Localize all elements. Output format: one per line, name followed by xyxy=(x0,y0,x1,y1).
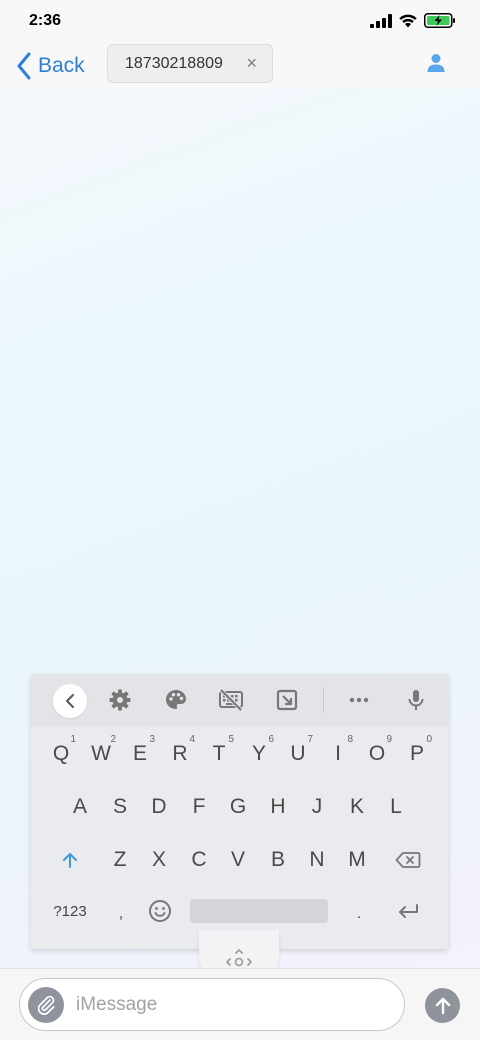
keyboard-mode-button[interactable] xyxy=(215,684,247,716)
spacebar[interactable] xyxy=(190,899,328,923)
wifi-icon xyxy=(399,14,417,28)
keyboard-off-icon xyxy=(219,688,243,712)
key-b[interactable]: B xyxy=(260,838,296,882)
backspace-key[interactable] xyxy=(388,838,428,882)
recipient-number: 18730218809 xyxy=(125,54,223,72)
key-w[interactable]: W2 xyxy=(83,732,119,776)
key-n[interactable]: N xyxy=(299,838,335,882)
key-o[interactable]: O9 xyxy=(359,732,395,776)
key-d[interactable]: D xyxy=(141,785,177,829)
microphone-icon xyxy=(408,690,424,710)
key-t[interactable]: T5 xyxy=(201,732,237,776)
back-label: Back xyxy=(38,54,85,77)
status-bar: 2:36 xyxy=(0,0,480,44)
key-r[interactable]: R4 xyxy=(162,732,198,776)
battery-charging-icon xyxy=(424,13,455,28)
backspace-icon xyxy=(395,852,421,868)
composer-bar xyxy=(0,968,480,1040)
remove-recipient-icon[interactable]: × xyxy=(246,53,257,74)
key-u[interactable]: U7 xyxy=(280,732,316,776)
key-p[interactable]: P0 xyxy=(399,732,435,776)
key-e[interactable]: E3 xyxy=(122,732,158,776)
resize-button[interactable] xyxy=(271,684,303,716)
settings-button[interactable] xyxy=(104,684,136,716)
key-k[interactable]: K xyxy=(339,785,375,829)
chevron-left-icon xyxy=(17,52,31,80)
toolbar-collapse-button[interactable] xyxy=(53,684,87,718)
message-input[interactable] xyxy=(76,987,396,1023)
key-g[interactable]: G xyxy=(220,785,256,829)
cellular-signal-icon xyxy=(370,13,392,28)
person-icon xyxy=(427,54,445,72)
back-button[interactable]: Back xyxy=(16,48,85,84)
contact-button[interactable] xyxy=(424,51,448,75)
key-z[interactable]: Z xyxy=(102,838,138,882)
key-v[interactable]: V xyxy=(220,838,256,882)
key-y[interactable]: Y6 xyxy=(241,732,277,776)
enter-icon xyxy=(399,904,418,918)
toolbar-divider xyxy=(323,687,324,713)
key-f[interactable]: F xyxy=(181,785,217,829)
key-m[interactable]: M xyxy=(339,838,375,882)
key-x[interactable]: X xyxy=(141,838,177,882)
more-button[interactable] xyxy=(343,684,375,716)
key-s[interactable]: S xyxy=(102,785,138,829)
resize-icon xyxy=(276,689,298,711)
floating-keyboard: Q1 W2 E3 R4 T5 Y6 U7 I8 O9 P0 A S D F G … xyxy=(31,674,448,949)
theme-button[interactable] xyxy=(160,684,192,716)
key-j[interactable]: J xyxy=(299,785,335,829)
symbols-key[interactable]: ?123 xyxy=(48,889,92,933)
chevron-left-icon xyxy=(66,694,74,708)
key-h[interactable]: H xyxy=(260,785,296,829)
key-c[interactable]: C xyxy=(181,838,217,882)
emoji-key[interactable] xyxy=(142,889,178,933)
voice-input-button[interactable] xyxy=(400,684,432,716)
keyboard-toolbar xyxy=(31,674,448,726)
shift-arrow-icon xyxy=(63,853,77,868)
comma-key[interactable]: , xyxy=(103,891,139,935)
arrow-up-icon xyxy=(435,997,450,1014)
key-l[interactable]: L xyxy=(378,785,414,829)
enter-key[interactable] xyxy=(388,889,428,933)
palette-icon xyxy=(166,690,186,709)
shift-key[interactable] xyxy=(52,838,88,882)
period-key[interactable]: . xyxy=(341,891,377,935)
status-icons xyxy=(370,13,456,28)
key-i[interactable]: I8 xyxy=(320,732,356,776)
key-a[interactable]: A xyxy=(62,785,98,829)
send-button[interactable] xyxy=(425,988,460,1023)
attach-button[interactable] xyxy=(28,987,64,1023)
more-icon xyxy=(349,697,369,703)
paperclip-icon xyxy=(37,995,55,1015)
gear-icon xyxy=(109,689,131,711)
nav-bar: Back 18730218809 × xyxy=(0,44,480,88)
emoji-icon xyxy=(149,900,171,922)
status-time: 2:36 xyxy=(29,12,62,29)
recipient-chip[interactable]: 18730218809 × xyxy=(107,44,273,83)
key-q[interactable]: Q1 xyxy=(43,732,79,776)
message-field xyxy=(19,978,405,1031)
